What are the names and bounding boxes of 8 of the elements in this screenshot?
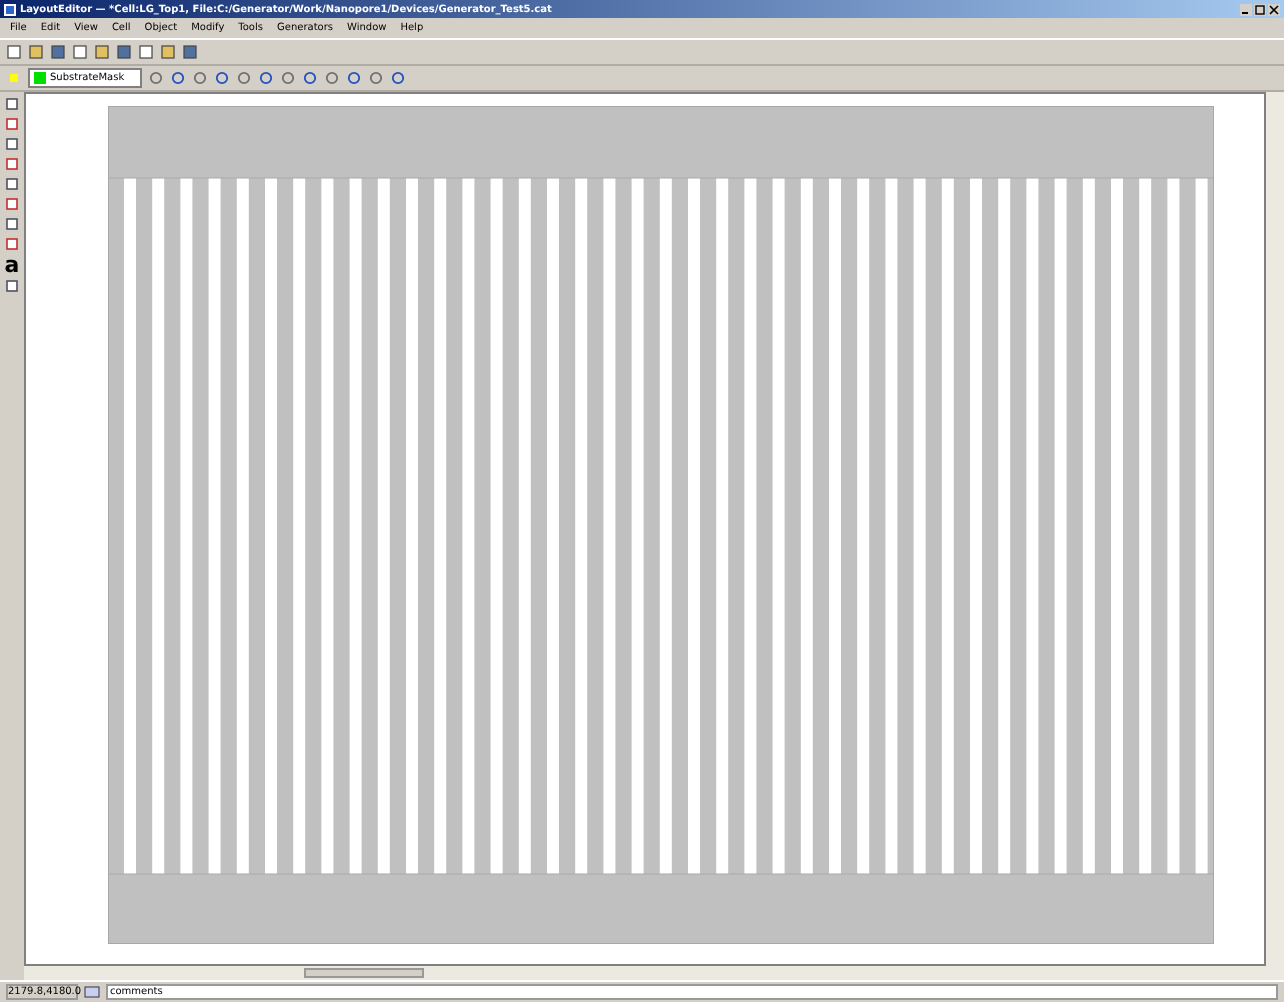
vertical-scrollbar[interactable] bbox=[1266, 92, 1284, 966]
minimize-icon[interactable] bbox=[1240, 3, 1252, 15]
app-icon bbox=[4, 3, 16, 15]
horizontal-scrollbar[interactable] bbox=[24, 966, 1284, 980]
command-icon bbox=[84, 984, 100, 1000]
text-tool[interactable]: a bbox=[4, 256, 20, 274]
maximize-icon[interactable] bbox=[1254, 3, 1266, 15]
close-icon[interactable] bbox=[1268, 3, 1280, 15]
